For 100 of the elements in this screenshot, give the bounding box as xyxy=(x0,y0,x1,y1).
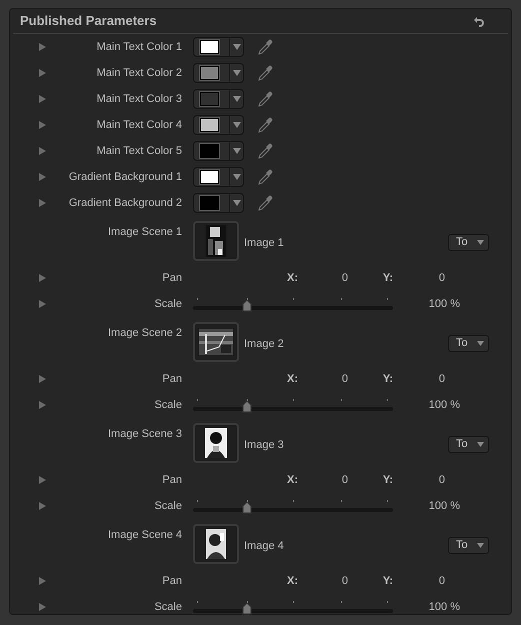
color-well-button[interactable] xyxy=(193,115,244,135)
parameter-label: Pan xyxy=(161,574,182,589)
caret-icon xyxy=(232,70,240,76)
image-well[interactable] xyxy=(193,423,239,463)
eyedropper-icon[interactable] xyxy=(257,143,273,159)
value-readout: 100 % xyxy=(428,296,460,312)
parameter-label: Scale xyxy=(153,296,182,312)
caret-icon xyxy=(477,341,484,346)
image-well[interactable] xyxy=(193,524,239,564)
caret-icon xyxy=(477,442,484,447)
slider-thumb[interactable] xyxy=(242,502,252,514)
image-well[interactable] xyxy=(193,221,239,261)
value-field[interactable]: 0 xyxy=(342,270,348,286)
caret-icon xyxy=(477,240,484,245)
reset-icon[interactable] xyxy=(474,16,484,26)
value-field[interactable]: 0 xyxy=(342,370,348,388)
disclosure-icon[interactable] xyxy=(39,147,46,155)
caret-icon xyxy=(477,543,484,548)
disclosure-icon[interactable] xyxy=(39,95,46,103)
parameter-label: Image Scene 2 xyxy=(107,326,182,341)
disclosure-icon[interactable] xyxy=(39,375,46,383)
slider-track[interactable] xyxy=(193,397,393,413)
color-well-button[interactable] xyxy=(193,37,244,57)
axis-label: X: xyxy=(287,574,298,589)
eyedropper-icon[interactable] xyxy=(257,169,273,185)
caret-icon xyxy=(232,148,240,154)
caret-icon xyxy=(232,122,240,128)
value-field[interactable]: 0 xyxy=(438,472,445,488)
disclosure-icon[interactable] xyxy=(39,274,46,282)
parameter-label: Scale xyxy=(153,398,182,413)
image-name: Image 4 xyxy=(244,539,284,554)
value-readout: 100 % xyxy=(428,600,460,615)
value-readout: 100 % xyxy=(428,498,460,514)
disclosure-icon[interactable] xyxy=(39,476,46,484)
parameter-label: Pan xyxy=(161,472,182,488)
disclosure-icon[interactable] xyxy=(39,121,46,129)
axis-label: Y: xyxy=(382,270,393,286)
parameter-label: Image Scene 3 xyxy=(107,427,182,442)
eyedropper-icon[interactable] xyxy=(257,117,273,133)
slider-thumb[interactable] xyxy=(242,401,252,413)
value-field[interactable]: 0 xyxy=(438,370,445,388)
parameter-label: Gradient Background 1 xyxy=(68,170,182,185)
eyedropper-icon[interactable] xyxy=(257,39,273,55)
parameter-label: Main Text Color 2 xyxy=(96,66,182,81)
disclosure-icon[interactable] xyxy=(39,173,46,181)
caret-icon xyxy=(232,200,240,206)
axis-label: Y: xyxy=(382,472,393,488)
image-name: Image 3 xyxy=(244,438,284,453)
color-well-button[interactable] xyxy=(193,141,244,161)
slider-track[interactable] xyxy=(193,498,393,514)
parameter-label: Scale xyxy=(153,600,182,615)
color-well-button[interactable] xyxy=(193,193,244,213)
parameter-label: Pan xyxy=(161,372,182,387)
color-well-button[interactable] xyxy=(193,63,244,83)
mode-dropdown[interactable]: To xyxy=(448,537,489,554)
axis-label: X: xyxy=(287,472,298,488)
disclosure-icon[interactable] xyxy=(39,401,46,409)
value-field[interactable]: 0 xyxy=(438,572,445,590)
parameter-label: Image Scene 4 xyxy=(107,528,182,543)
value-field[interactable]: 0 xyxy=(342,472,348,488)
disclosure-icon[interactable] xyxy=(39,300,46,308)
value-field[interactable]: 0 xyxy=(342,572,348,590)
mode-dropdown[interactable]: To xyxy=(448,234,489,251)
parameter-label: Gradient Background 2 xyxy=(68,196,182,211)
parameter-label: Main Text Color 4 xyxy=(96,118,182,133)
disclosure-icon[interactable] xyxy=(39,577,46,585)
slider-track[interactable] xyxy=(193,599,393,615)
disclosure-icon[interactable] xyxy=(39,603,46,611)
parameter-label: Image Scene 1 xyxy=(107,225,182,240)
mode-dropdown[interactable]: To xyxy=(448,436,489,453)
slider-track[interactable] xyxy=(193,296,393,312)
axis-label: X: xyxy=(287,270,298,286)
image-well[interactable] xyxy=(193,322,239,362)
color-well-button[interactable] xyxy=(193,167,244,187)
parameter-label: Main Text Color 3 xyxy=(96,92,182,107)
mode-dropdown[interactable]: To xyxy=(448,335,489,352)
image-name: Image 2 xyxy=(244,337,284,352)
value-readout: 100 % xyxy=(428,398,460,413)
image-name: Image 1 xyxy=(244,236,284,251)
eyedropper-icon[interactable] xyxy=(257,195,273,211)
panel-title: Published Parameters xyxy=(20,12,157,30)
eyedropper-icon[interactable] xyxy=(257,91,273,107)
disclosure-icon[interactable] xyxy=(39,69,46,77)
caret-icon xyxy=(232,44,240,50)
disclosure-icon[interactable] xyxy=(39,502,46,510)
disclosure-icon[interactable] xyxy=(39,43,46,51)
slider-thumb[interactable] xyxy=(242,300,252,312)
eyedropper-icon[interactable] xyxy=(257,65,273,81)
value-field[interactable]: 0 xyxy=(438,270,445,286)
parameter-label: Main Text Color 5 xyxy=(96,144,182,159)
parameter-label: Pan xyxy=(161,270,182,286)
slider-thumb[interactable] xyxy=(242,603,252,615)
axis-label: Y: xyxy=(382,372,393,387)
caret-icon xyxy=(232,96,240,102)
color-well-button[interactable] xyxy=(193,89,244,109)
axis-label: X: xyxy=(287,372,298,387)
disclosure-icon[interactable] xyxy=(39,199,46,207)
parameter-label: Main Text Color 1 xyxy=(96,40,182,55)
parameter-label: Scale xyxy=(153,498,182,514)
caret-icon xyxy=(232,174,240,180)
